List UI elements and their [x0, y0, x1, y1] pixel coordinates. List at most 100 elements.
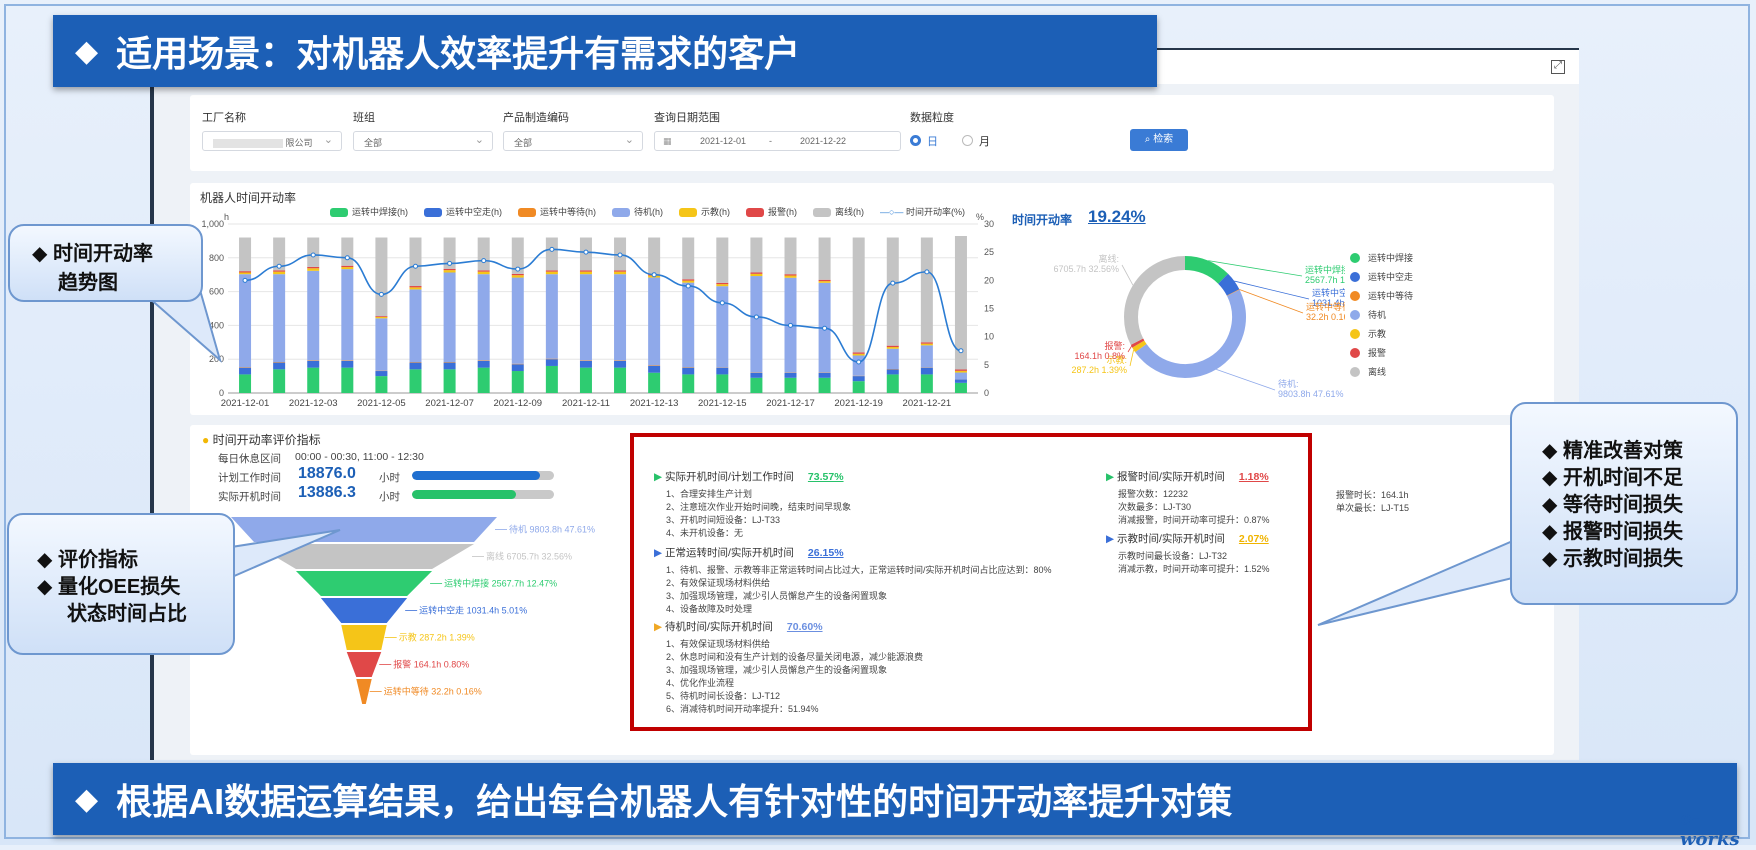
bar-segment	[819, 373, 831, 378]
bar-segment	[648, 366, 660, 373]
actual-progress-bar	[412, 490, 554, 499]
funnel-segment	[341, 625, 386, 650]
bar-segment	[716, 374, 728, 393]
bar-segment	[614, 368, 626, 393]
donut-value-label: 2567.7h 12.47%	[1305, 275, 1345, 285]
status-funnel-chart: 待机 9803.8h 47.61%离线 6705.7h 32.56%运转中焊接 …	[190, 513, 610, 708]
rate-point	[584, 250, 588, 254]
radio-month-label: 月	[979, 133, 990, 149]
callout-text: 报警时间损失	[1563, 521, 1683, 543]
bar-segment	[512, 364, 524, 365]
product-select[interactable]: 全部 ⌄	[503, 131, 643, 151]
callout-text: 时间开动率	[53, 243, 153, 265]
conclusion-banner: ◆ 根据AI数据运算结果，给出每台机器人有针对性的时间开动率提升对策	[53, 763, 1737, 835]
bar-segment	[750, 238, 762, 273]
bar-segment	[444, 369, 456, 393]
bar-segment	[444, 270, 456, 272]
donut-leader	[1122, 265, 1133, 285]
x-tick-label: 2021-12-21	[903, 398, 952, 409]
donut-leader	[1130, 350, 1134, 366]
bar-segment	[682, 367, 694, 368]
funnel-label: 示教 287.2h 1.39%	[399, 632, 475, 643]
funnel-label: 运转中焊接 2567.7h 12.47%	[444, 578, 557, 589]
callout-trend: ◆ 时间开动率 趋势图	[8, 224, 203, 302]
section-alarm-ratio[interactable]: ▶ 报警时间/实际开机时间1.18%	[1106, 469, 1269, 484]
search-icon: ⌕	[1145, 134, 1151, 145]
callout-text: 评价指标	[58, 549, 138, 571]
donut-legend-item[interactable]: 运转中焊接	[1350, 248, 1413, 267]
play-icon: ▶	[654, 471, 662, 483]
bar-segment	[478, 272, 490, 275]
radio-month[interactable]	[962, 135, 973, 146]
callout-text: 状态时间占比	[37, 601, 233, 628]
bar-segment	[955, 371, 967, 373]
section-teach-ratio[interactable]: ▶ 示教时间/实际开机时间2.07%	[1106, 531, 1269, 546]
rest-value: 00:00 - 00:30, 11:00 - 12:30	[295, 451, 424, 463]
bar-segment	[580, 360, 592, 361]
bar-segment	[887, 347, 899, 349]
factory-value: 限公司	[286, 138, 313, 148]
search-button[interactable]: ⌕ 检索	[1130, 129, 1188, 151]
donut-legend-item[interactable]: 离线	[1350, 362, 1413, 381]
donut-legend-item[interactable]: 运转中空走	[1350, 267, 1413, 286]
bar-segment	[546, 238, 558, 271]
bar-segment	[307, 271, 319, 361]
y2-tick-label: 5	[984, 360, 989, 370]
s1-item: 3、开机时间短设备：LJ-T33	[666, 513, 780, 526]
bar-segment	[478, 274, 490, 360]
section-operating-plan[interactable]: ▶ 实际开机时间/计划工作时间73.57%	[654, 469, 844, 484]
plan-unit: 小时	[379, 470, 400, 485]
y-tick-label: 400	[209, 320, 224, 330]
bar-segment	[716, 238, 728, 283]
radio-day[interactable]	[910, 135, 921, 146]
diamond-icon: ◆	[75, 782, 98, 817]
rate-point	[925, 270, 929, 274]
donut-legend-item[interactable]: 运转中等待	[1350, 286, 1413, 305]
donut-legend-item[interactable]: 示教	[1350, 324, 1413, 343]
bar-segment	[819, 280, 831, 281]
expand-icon[interactable]: ⤢	[1551, 60, 1565, 74]
bar-segment	[478, 361, 490, 368]
bar-segment	[273, 363, 285, 370]
rate-point	[550, 247, 554, 251]
callout-actions: ◆ 精准改善对策 ◆ 开机时间不足 ◆ 等待时间损失 ◆ 报警时间损失 ◆ 示教…	[1510, 402, 1738, 605]
factory-select[interactable]: 限公司 ⌄	[202, 131, 342, 151]
x-tick-label: 2021-12-05	[357, 398, 406, 409]
donut-leader	[1239, 289, 1303, 313]
s1-item: 4、未开机设备：无	[666, 526, 743, 539]
callout-text: 量化OEE损失	[58, 576, 180, 598]
x-tick-label: 2021-12-01	[221, 398, 270, 409]
bar-segment	[239, 274, 251, 367]
bar-segment	[785, 276, 797, 278]
actual-value: 13886.3	[298, 484, 356, 502]
bar-segment	[921, 368, 933, 375]
improvement-analysis-box: ▶ 实际开机时间/计划工作时间73.57% 1、合理安排生产计划 2、注意班次作…	[630, 433, 1312, 731]
donut-slice	[1138, 344, 1141, 348]
section-running-ratio[interactable]: ▶ 正常运转时间/实际开机时间26.15%	[654, 545, 844, 560]
rate-point	[789, 323, 793, 327]
bar-segment	[239, 368, 251, 375]
donut-legend-item[interactable]: 待机	[1350, 305, 1413, 324]
team-select[interactable]: 全部 ⌄	[353, 131, 493, 151]
rate-point	[754, 315, 758, 319]
bar-segment	[444, 273, 456, 363]
bar-segment	[819, 238, 831, 280]
y-tick-label: 600	[209, 287, 224, 297]
product-value: 全部	[514, 138, 532, 148]
rate-point	[311, 253, 315, 257]
callout-text: 趋势图	[32, 266, 201, 295]
banner-title: 适用场景：对机器人效率提升有需求的客户	[116, 25, 800, 77]
bar-segment	[580, 274, 592, 360]
s3-item: 2、休息时间和没有生产计划的设备尽量关闭电源，减少能源浪费	[666, 650, 923, 663]
bar-segment	[819, 378, 831, 393]
chevron-down-icon: ⌄	[475, 133, 484, 146]
bar-segment	[546, 270, 558, 271]
s4-item: 消减报警，时间开动率可提升：0.87%	[1118, 513, 1270, 526]
section-standby-ratio[interactable]: ▶ 待机时间/实际开机时间70.60%	[654, 619, 823, 634]
date-separator: -	[769, 136, 772, 146]
bar-segment	[750, 274, 762, 276]
donut-legend-item[interactable]: 报警	[1350, 343, 1413, 362]
donut-label: 运转中空走:	[1312, 287, 1345, 298]
bar-segment	[410, 369, 422, 393]
date-range-picker[interactable]: ▦ 2021-12-01 - 2021-12-22	[654, 131, 901, 151]
